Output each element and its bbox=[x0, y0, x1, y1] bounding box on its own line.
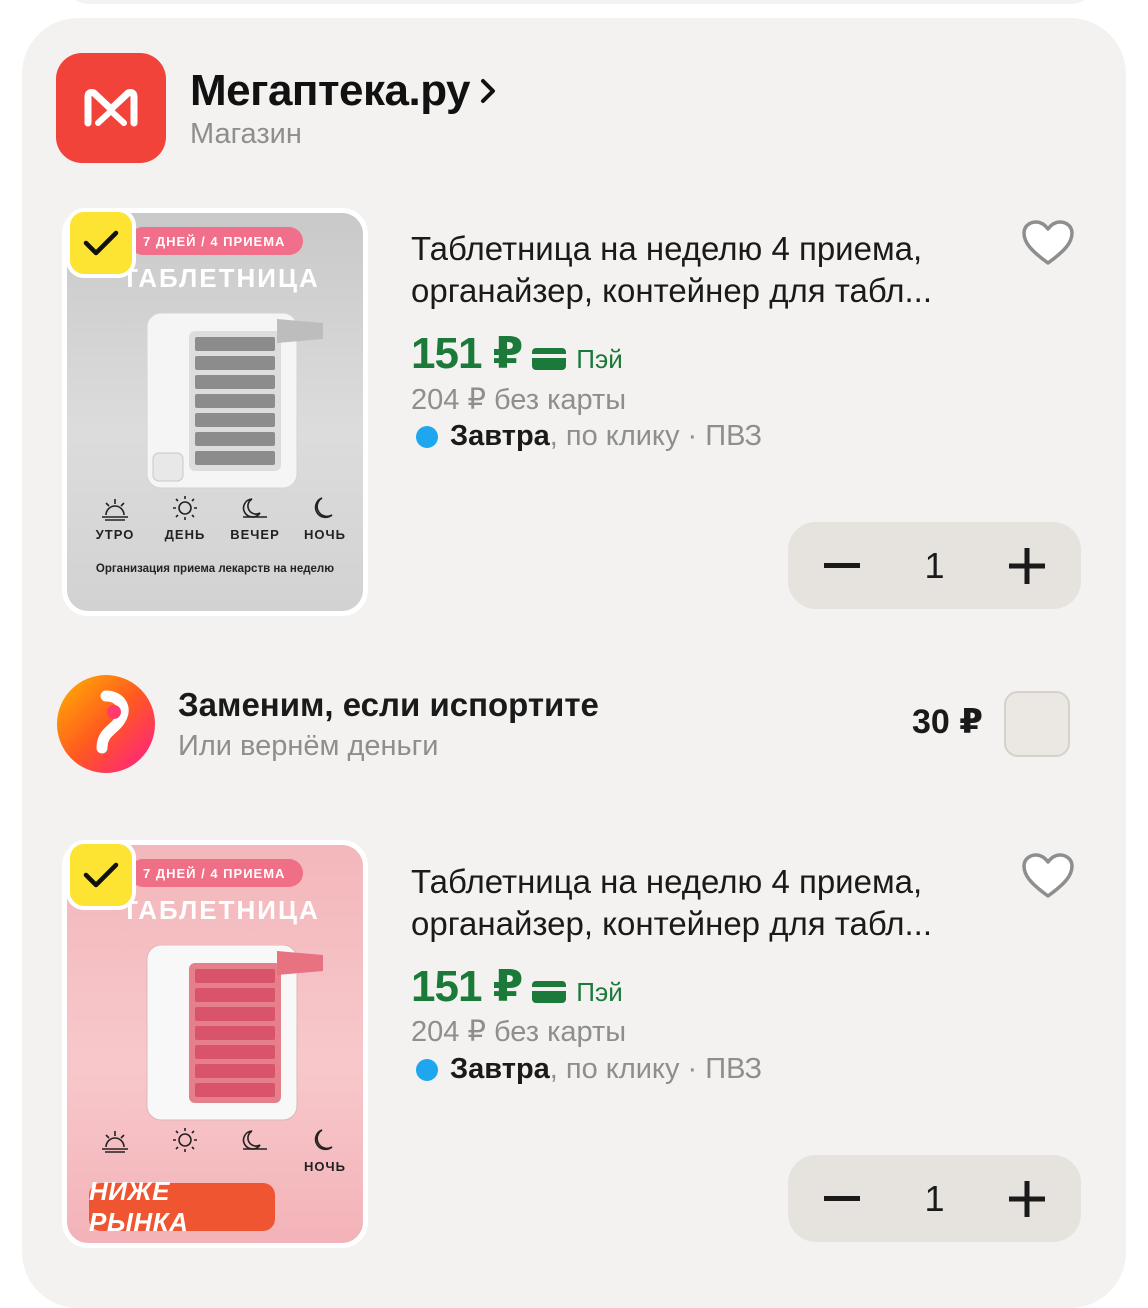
delivery-day: Завтра bbox=[450, 420, 550, 452]
increase-button[interactable] bbox=[1005, 544, 1049, 588]
evening-item: ВЕЧЕР bbox=[225, 495, 285, 542]
day-item bbox=[155, 1127, 215, 1174]
morning-item bbox=[85, 1127, 145, 1174]
plus-icon bbox=[1009, 547, 1045, 584]
minus-icon bbox=[824, 562, 860, 568]
megapteka-logo-icon[interactable] bbox=[56, 53, 166, 163]
plus-icon bbox=[1009, 1180, 1045, 1217]
decrease-button[interactable] bbox=[820, 544, 864, 588]
night-item: НОЧЬ bbox=[295, 495, 355, 542]
image-ribbon: 7 ДНЕЙ / 4 ПРИЕМА bbox=[129, 227, 304, 255]
sunset-icon bbox=[242, 1130, 267, 1150]
day-label: ДЕНЬ bbox=[164, 527, 206, 542]
card-icon bbox=[532, 348, 567, 370]
product-title[interactable]: Таблетница на неделю 4 приема, органайзе… bbox=[411, 228, 1011, 312]
shop-type: Магазин bbox=[190, 118, 302, 150]
heart-icon[interactable] bbox=[1020, 851, 1076, 901]
insurance-price: 30 ₽ bbox=[912, 703, 983, 741]
price-row: 151 ₽ Пэй bbox=[411, 328, 623, 379]
day-label: ВЕЧЕР bbox=[230, 527, 280, 542]
increase-button[interactable] bbox=[1005, 1177, 1049, 1221]
night-item: НОЧЬ bbox=[295, 1127, 355, 1174]
sun-icon bbox=[173, 496, 197, 520]
pill-organizer-illustration bbox=[146, 945, 323, 1121]
decrease-button[interactable] bbox=[820, 1177, 864, 1221]
image-ribbon: 7 ДНЕЙ / 4 ПРИЕМА bbox=[129, 859, 304, 887]
delivery-details: , по клику · ПВЗ bbox=[549, 1053, 762, 1085]
pay-label: Пэй bbox=[576, 344, 623, 374]
evening-item bbox=[225, 1127, 285, 1174]
delivery-details: , по клику · ПВЗ bbox=[549, 420, 762, 452]
quantity-stepper: 1 bbox=[788, 1155, 1081, 1242]
delivery-dot-icon bbox=[416, 1058, 438, 1081]
old-price: 204 ₽ без карты bbox=[411, 1016, 627, 1048]
insurance-checkbox[interactable] bbox=[1004, 691, 1070, 757]
day-icons: УТРО ДЕНЬ ВЕЧЕР НОЧЬ bbox=[85, 495, 355, 542]
price: 151 ₽ bbox=[411, 962, 523, 1011]
heart-icon[interactable] bbox=[1020, 218, 1076, 268]
image-caption: Организация приема лекарств на неделю bbox=[95, 563, 335, 575]
day-label: УТРО bbox=[95, 527, 135, 542]
delivery-info: Завтра, по клику · ПВЗ bbox=[416, 1053, 762, 1086]
sun-icon bbox=[173, 1128, 197, 1152]
delivery-day: Завтра bbox=[450, 1053, 550, 1085]
day-icons: НОЧЬ bbox=[85, 1127, 355, 1174]
quantity-stepper: 1 bbox=[788, 522, 1081, 609]
checkmark-icon bbox=[83, 230, 119, 256]
moon-icon bbox=[314, 1129, 333, 1151]
card-icon bbox=[532, 981, 567, 1003]
pill-organizer-illustration bbox=[146, 313, 323, 489]
product-title[interactable]: Таблетница на неделю 4 приема, органайзе… bbox=[411, 861, 1011, 945]
select-checkbox[interactable] bbox=[66, 208, 136, 278]
delivery-info: Завтра, по клику · ПВЗ bbox=[416, 420, 762, 453]
minus-icon bbox=[824, 1195, 860, 1201]
moon-icon bbox=[314, 497, 333, 519]
day-label: НОЧЬ bbox=[304, 1159, 346, 1174]
old-price: 204 ₽ без карты bbox=[411, 384, 627, 416]
below-market-badge: НИЖЕ РЫНКА bbox=[89, 1176, 275, 1237]
chevron-right-icon bbox=[481, 79, 495, 103]
quantity-value: 1 bbox=[924, 544, 945, 586]
insurance-logo-icon bbox=[57, 675, 155, 773]
select-checkbox[interactable] bbox=[66, 840, 136, 910]
insurance-subtitle: Или вернём деньги bbox=[178, 730, 439, 762]
price: 151 ₽ bbox=[411, 329, 523, 378]
checkmark-icon bbox=[83, 862, 119, 888]
previous-card-edge bbox=[60, 0, 1100, 4]
insurance-title: Заменим, если испортите bbox=[178, 686, 599, 723]
pay-label: Пэй bbox=[576, 977, 623, 1007]
sunset-icon bbox=[242, 498, 267, 518]
price-row: 151 ₽ Пэй bbox=[411, 961, 623, 1012]
shop-name-link[interactable]: Мегаптека.ру bbox=[190, 66, 500, 116]
day-label: НОЧЬ bbox=[304, 527, 346, 542]
sunrise-icon bbox=[102, 1131, 128, 1153]
image-title: ТАБЛЕТНИЦА bbox=[122, 263, 320, 293]
morning-item: УТРО bbox=[85, 495, 145, 542]
image-title: ТАБЛЕТНИЦА bbox=[122, 895, 320, 925]
shop-name: Мегаптека.ру bbox=[190, 66, 471, 115]
day-item: ДЕНЬ bbox=[155, 495, 215, 542]
sunrise-icon bbox=[102, 499, 128, 521]
quantity-value: 1 bbox=[924, 1177, 945, 1219]
delivery-dot-icon bbox=[416, 425, 438, 448]
